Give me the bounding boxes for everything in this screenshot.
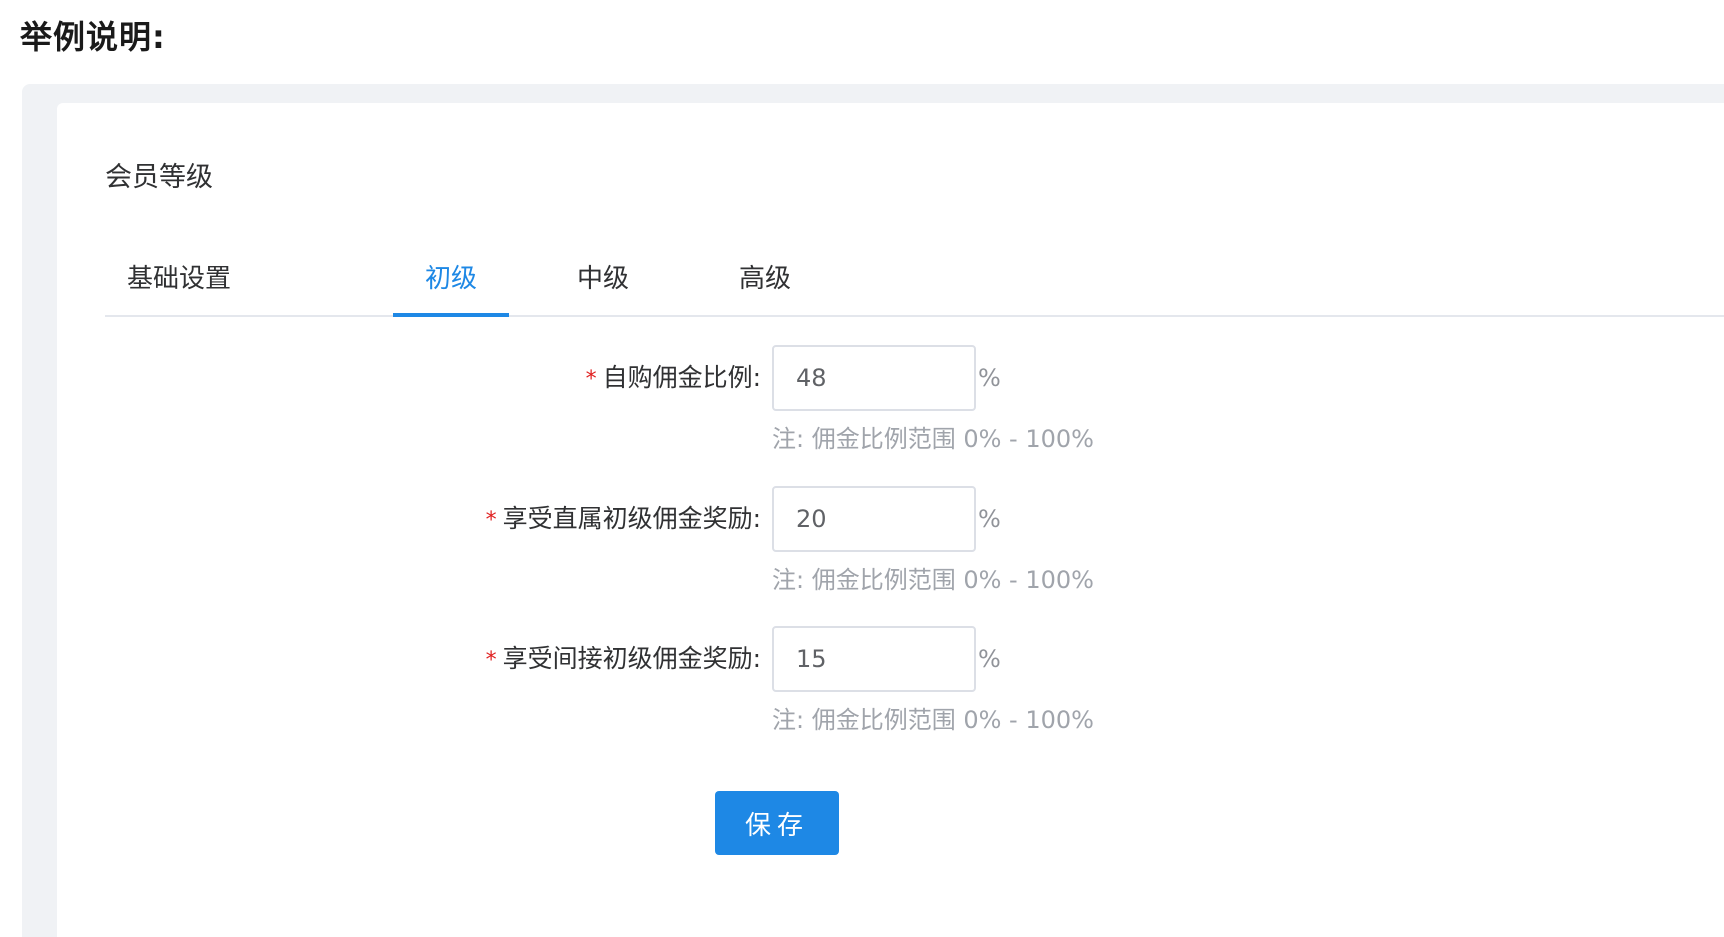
required-asterisk: * — [485, 648, 497, 673]
save-button[interactable]: 保存 — [715, 791, 839, 855]
form-row-direct-reward: *享受直属初级佣金奖励: % 注: 佣金比例范围 0% - 100% — [57, 486, 1724, 594]
percent-unit: % — [978, 364, 1001, 392]
range-note: 注: 佣金比例范围 0% - 100% — [772, 566, 1094, 594]
field-label: * 自购佣金比例: — [586, 345, 761, 411]
field-label: * 享受间接初级佣金奖励: — [486, 626, 761, 692]
field-label-text: 享受直属初级佣金奖励: — [502, 504, 761, 533]
active-tab-indicator — [393, 313, 509, 317]
indirect-reward-commission-input[interactable] — [772, 626, 976, 692]
percent-unit: % — [978, 645, 1001, 673]
form-row-indirect-reward: *享受间接初级佣金奖励: % 注: 佣金比例范围 0% - 100% — [57, 626, 1724, 734]
form-row-self-purchase: *自购佣金比例: % 注: 佣金比例范围 0% - 100% — [57, 345, 1724, 453]
field-label: * 享受直属初级佣金奖励: — [486, 486, 761, 552]
field-label-text: 自购佣金比例: — [602, 363, 761, 392]
direct-reward-commission-input[interactable] — [772, 486, 976, 552]
required-asterisk: * — [585, 367, 597, 392]
card-title: 会员等级 — [105, 162, 213, 193]
tab-junior[interactable]: 初级 — [393, 243, 509, 315]
page-heading: 举例说明: — [20, 18, 166, 56]
tab-senior[interactable]: 高级 — [707, 243, 823, 315]
level-tabs: 基础设置 初级 中级 高级 — [105, 243, 1724, 317]
required-asterisk: * — [485, 508, 497, 533]
range-note: 注: 佣金比例范围 0% - 100% — [772, 706, 1094, 734]
member-level-card: 会员等级 基础设置 初级 中级 高级 *自购佣金比例: % 注: 佣金比例范围 … — [57, 103, 1724, 937]
self-purchase-commission-input[interactable] — [772, 345, 976, 411]
tab-basic-settings[interactable]: 基础设置 — [121, 243, 237, 315]
field-label-text: 享受间接初级佣金奖励: — [502, 644, 761, 673]
percent-unit: % — [978, 505, 1001, 533]
range-note: 注: 佣金比例范围 0% - 100% — [772, 425, 1094, 453]
tab-intermediate[interactable]: 中级 — [545, 243, 661, 315]
